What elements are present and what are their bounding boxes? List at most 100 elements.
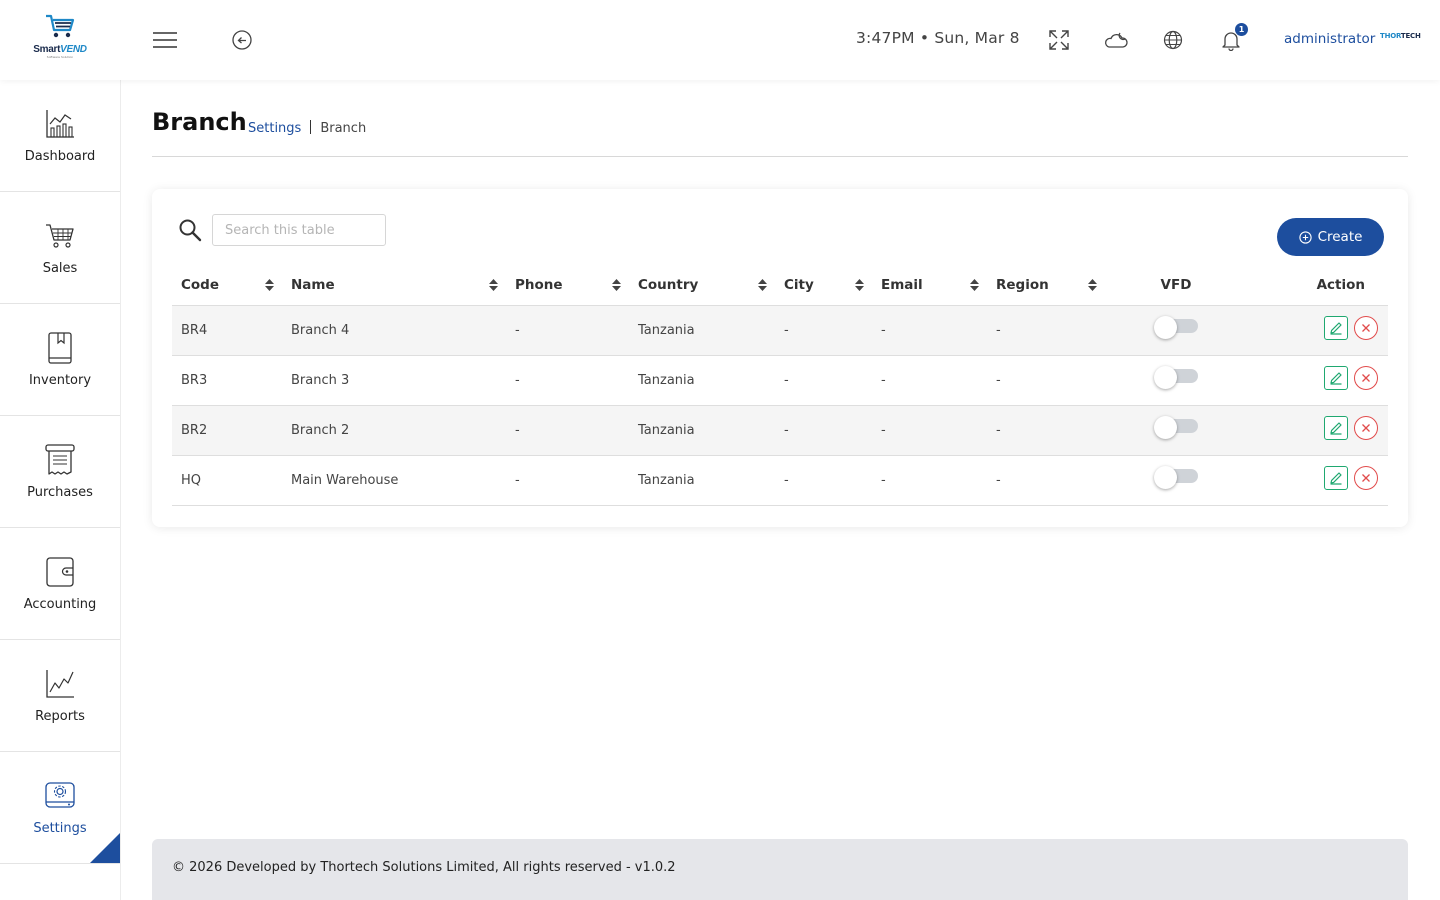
language-button[interactable] (1158, 25, 1188, 55)
edit-button[interactable] (1324, 366, 1348, 390)
delete-button[interactable] (1354, 466, 1378, 490)
company-logo: THORTECH (1380, 32, 1421, 40)
table-row: HQ Main Warehouse - Tanzania - - - (172, 455, 1388, 506)
cell-code: BR4 (172, 305, 282, 356)
vfd-toggle[interactable] (1154, 316, 1198, 339)
branch-table: Code Name Phone Country City Email Regio… (172, 266, 1388, 506)
fullscreen-button[interactable] (1044, 25, 1074, 55)
cell-name: Main Warehouse (282, 455, 506, 506)
table-row: BR4 Branch 4 - Tanzania - - - (172, 305, 1388, 356)
notifications-button[interactable]: 1 (1216, 23, 1248, 55)
sidebar-item-settings[interactable]: Settings (0, 752, 120, 864)
sidebar-item-reports[interactable]: Reports (0, 640, 120, 752)
sidebar-item-purchases[interactable]: Purchases (0, 416, 120, 528)
breadcrumb-settings-link[interactable]: Settings (248, 121, 301, 136)
edit-button[interactable] (1324, 316, 1348, 340)
cell-region: - (987, 405, 1105, 456)
close-icon (1362, 424, 1370, 432)
cell-country: Tanzania (629, 405, 775, 456)
sort-icon (489, 279, 498, 291)
search-icon (179, 219, 202, 242)
theme-toggle-button[interactable] (1101, 25, 1131, 55)
hamburger-icon (153, 32, 177, 48)
current-datetime: 3:47PM • Sun, Mar 8 (856, 29, 1020, 47)
cell-name: Branch 2 (282, 405, 506, 456)
sidebar-item-label: Inventory (28, 373, 92, 388)
vfd-toggle[interactable] (1154, 366, 1198, 389)
expand-icon (1049, 30, 1069, 50)
cell-phone: - (506, 405, 629, 456)
logo-cart-icon (46, 14, 75, 38)
column-header-email[interactable]: Email (872, 266, 987, 306)
cell-city: - (775, 455, 872, 506)
page-title: Branch (152, 108, 247, 136)
breadcrumb: Settings Branch (248, 120, 366, 136)
cell-region: - (987, 455, 1105, 506)
close-icon (1362, 474, 1370, 482)
cloud-moon-icon (1105, 32, 1128, 48)
toggle-knob (1154, 316, 1177, 339)
active-indicator (90, 833, 120, 863)
sidebar-item-inventory[interactable]: Inventory (0, 304, 120, 416)
cell-code: BR2 (172, 405, 282, 456)
plus-circle-icon (1298, 230, 1312, 244)
cell-email: - (872, 305, 987, 356)
column-header-action: Action (1247, 266, 1388, 306)
column-header-phone[interactable]: Phone (506, 266, 629, 306)
toggle-knob (1154, 416, 1177, 439)
back-button[interactable] (227, 25, 257, 55)
line-chart-icon (46, 670, 74, 698)
sort-icon (970, 279, 979, 291)
sidebar-item-label: Reports (35, 709, 85, 724)
column-header-city[interactable]: City (775, 266, 872, 306)
title-divider (152, 156, 1408, 157)
cell-vfd (1105, 355, 1247, 406)
column-header-region[interactable]: Region (987, 266, 1105, 306)
delete-button[interactable] (1354, 316, 1378, 340)
vfd-toggle[interactable] (1154, 416, 1198, 439)
book-icon (48, 332, 72, 364)
cart-icon (46, 224, 74, 248)
cell-vfd (1105, 455, 1247, 506)
sidebar-nav: Dashboard Sales Inventory Purchases Acco… (0, 80, 121, 900)
sidebar-item-label: Accounting (23, 597, 97, 612)
page-footer: © 2026 Developed by Thortech Solutions L… (152, 839, 1408, 900)
user-menu[interactable]: administrator (1284, 31, 1375, 47)
notification-count-badge: 1 (1235, 23, 1248, 36)
vfd-toggle[interactable] (1154, 466, 1198, 489)
edit-button[interactable] (1324, 416, 1348, 440)
column-header-code[interactable]: Code (172, 266, 282, 306)
create-button-label: Create (1317, 229, 1363, 245)
cell-vfd (1105, 405, 1247, 456)
pencil-icon (1330, 422, 1342, 435)
column-header-vfd: VFD (1105, 266, 1247, 306)
cell-name: Branch 3 (282, 355, 506, 406)
app-logo[interactable]: SmartVEND Software Solution (30, 12, 90, 68)
cell-city: - (775, 405, 872, 456)
sort-icon (265, 279, 274, 291)
menu-toggle-button[interactable] (150, 25, 180, 55)
sidebar-item-sales[interactable]: Sales (0, 192, 120, 304)
sort-icon (612, 279, 621, 291)
edit-button[interactable] (1324, 466, 1348, 490)
sidebar-item-accounting[interactable]: Accounting (0, 528, 120, 640)
cell-country: Tanzania (629, 305, 775, 356)
sort-icon (855, 279, 864, 291)
cell-phone: - (506, 455, 629, 506)
delete-button[interactable] (1354, 416, 1378, 440)
create-button[interactable]: Create (1277, 218, 1384, 256)
column-header-name[interactable]: Name (282, 266, 506, 306)
pencil-icon (1330, 372, 1342, 385)
footer-copyright: © 2026 Developed by Thortech Solutions L… (172, 860, 676, 875)
column-header-country[interactable]: Country (629, 266, 775, 306)
branch-table-card: Create Code Name Phone Country City Emai… (152, 189, 1408, 527)
delete-button[interactable] (1354, 366, 1378, 390)
search-input[interactable] (212, 214, 386, 246)
cell-action (1247, 355, 1388, 406)
toggle-knob (1154, 366, 1177, 389)
sort-icon (1088, 279, 1097, 291)
breadcrumb-current: Branch (320, 121, 367, 136)
pencil-icon (1330, 472, 1342, 485)
sidebar-item-dashboard[interactable]: Dashboard (0, 80, 120, 192)
sort-icon (758, 279, 767, 291)
